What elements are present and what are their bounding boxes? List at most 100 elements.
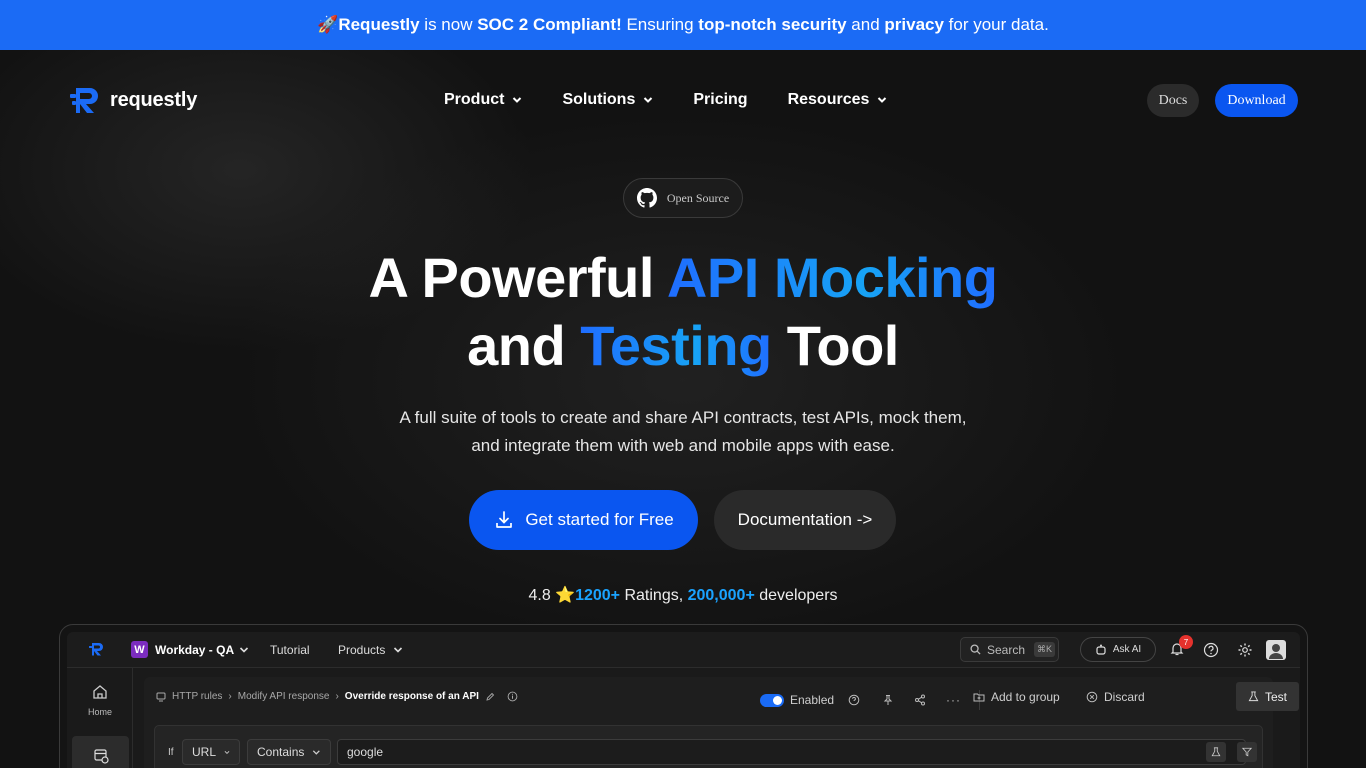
rule-condition-row: If URL Contains google: [154, 725, 1263, 768]
share-icon[interactable]: [914, 694, 926, 706]
match-field-select[interactable]: URL: [182, 739, 240, 765]
breadcrumb-separator: ›: [228, 691, 232, 702]
app-search[interactable]: Search ⌘K: [960, 637, 1059, 662]
if-label: If: [168, 747, 174, 758]
hero-subheading: A full suite of tools to create and shar…: [0, 404, 1366, 460]
enabled-label: Enabled: [790, 693, 835, 707]
breadcrumb-item[interactable]: Modify API response: [238, 691, 330, 702]
folder-plus-icon: [973, 693, 985, 702]
docs-button[interactable]: Docs: [1147, 84, 1199, 117]
open-source-badge[interactable]: Open Source: [623, 178, 743, 218]
add-to-group-label: Add to group: [991, 690, 1060, 704]
match-field-value: URL: [192, 745, 217, 759]
ai-icon: [1096, 644, 1106, 655]
chevron-down-icon: [394, 647, 403, 653]
banner-privacy: privacy: [884, 15, 944, 34]
app-topbar: W Workday - QA Tutorial Products Search …: [67, 632, 1300, 668]
sidebar-item-rules[interactable]: [72, 736, 129, 768]
home-icon[interactable]: [92, 684, 108, 700]
pin-icon[interactable]: [882, 694, 894, 706]
rules-icon: [93, 749, 109, 764]
search-shortcut: ⌘K: [1034, 642, 1056, 657]
workspace-name: Workday - QA: [155, 642, 235, 657]
rules-list-icon: [156, 692, 166, 701]
nav-item-product[interactable]: Product: [444, 88, 522, 112]
chevron-down-icon: [513, 97, 522, 103]
nav-item-label: Resources: [787, 91, 870, 108]
nav-item-pricing[interactable]: Pricing: [693, 88, 747, 112]
avatar[interactable]: [1266, 640, 1286, 660]
subheading-line: and integrate them with web and mobile a…: [471, 436, 895, 455]
documentation-button[interactable]: Documentation ->: [714, 490, 896, 550]
operator-select[interactable]: Contains: [247, 739, 331, 765]
products-label: Products: [338, 643, 386, 657]
developers-count: 200,000+: [687, 587, 755, 604]
match-value-input[interactable]: google: [337, 739, 1246, 765]
app-sidebar: Home: [67, 668, 133, 768]
help-icon[interactable]: [1203, 642, 1219, 658]
match-value-text: google: [347, 745, 384, 759]
nav-item-label: Product: [444, 91, 505, 108]
more-options-icon[interactable]: ···: [946, 693, 961, 707]
rule-editor: HTTP rules › Modify API response › Overr…: [144, 677, 1299, 768]
download-button[interactable]: Download: [1215, 84, 1298, 117]
test-button[interactable]: Test: [1236, 682, 1299, 711]
headline-text: A Powerful: [368, 246, 667, 309]
chevron-down-icon: [240, 646, 249, 653]
banner-text: is now: [419, 15, 478, 34]
nav-item-label: Pricing: [693, 91, 748, 108]
banner-soc: SOC 2 Compliant!: [477, 15, 622, 34]
ratings-label: Ratings,: [620, 587, 688, 604]
help-icon[interactable]: [848, 694, 860, 706]
search-icon: [970, 644, 981, 655]
ask-ai-button[interactable]: Ask AI: [1080, 637, 1156, 662]
products-menu[interactable]: Products: [338, 643, 403, 657]
breadcrumb-item[interactable]: HTTP rules: [172, 691, 222, 702]
chevron-down-icon: [644, 97, 653, 103]
workspace-badge: W: [131, 641, 148, 658]
get-started-button[interactable]: Get started for Free: [469, 490, 698, 550]
star-icon: ⭐: [555, 587, 576, 604]
chevron-down-icon: [224, 750, 230, 754]
nav-item-resources[interactable]: Resources: [788, 88, 888, 112]
github-icon: [636, 188, 657, 208]
main-nav: Product Solutions Pricing Resources: [444, 88, 927, 112]
chevron-down-icon: [313, 749, 321, 755]
developers-label: developers: [754, 587, 838, 604]
banner-text: Ensuring: [621, 15, 699, 34]
tutorial-link[interactable]: Tutorial: [270, 643, 310, 657]
workspace-selector[interactable]: W Workday - QA: [131, 641, 249, 658]
pencil-icon[interactable]: [485, 692, 495, 702]
filter-icon[interactable]: [1237, 742, 1257, 762]
headline-text: and: [467, 314, 581, 377]
logo-text: requestly: [110, 88, 198, 111]
enabled-toggle[interactable]: [760, 693, 784, 707]
close-circle-icon: [1086, 691, 1098, 703]
test-url-icon[interactable]: [1206, 742, 1226, 762]
get-started-label: Get started for Free: [525, 510, 674, 529]
discard-button[interactable]: Discard: [1086, 690, 1145, 704]
enabled-toggle-group[interactable]: Enabled ···: [760, 690, 981, 710]
requestly-logo-icon: [70, 88, 98, 113]
add-to-group-button[interactable]: Add to group: [973, 690, 1060, 704]
gear-icon[interactable]: [1237, 642, 1253, 658]
app-logo-icon[interactable]: [89, 641, 105, 657]
sidebar-item-home[interactable]: Home: [88, 707, 112, 717]
nav-item-label: Solutions: [562, 91, 636, 108]
discard-label: Discard: [1104, 690, 1145, 704]
banner-text: for your data.: [943, 15, 1049, 34]
nav-item-solutions[interactable]: Solutions: [562, 88, 653, 112]
download-icon: [496, 511, 513, 528]
rule-name[interactable]: Override response of an API: [345, 691, 479, 702]
requestly-logo[interactable]: requestly: [70, 85, 197, 115]
banner-security: top-notch security: [698, 15, 847, 34]
rating-line: 4.8 ⭐1200+ Ratings, 200,000+ developers: [0, 585, 1366, 605]
chevron-down-icon: [878, 97, 887, 103]
ask-ai-label: Ask AI: [1112, 644, 1142, 655]
announcement-banner[interactable]: 🚀 Requestly is now SOC 2 Compliant! Ensur…: [0, 0, 1366, 50]
operator-value: Contains: [257, 745, 305, 759]
info-icon[interactable]: [507, 691, 518, 702]
headline-highlight: API Mocking: [666, 246, 998, 309]
banner-brand: Requestly: [338, 15, 420, 34]
flask-icon: [1248, 691, 1259, 702]
